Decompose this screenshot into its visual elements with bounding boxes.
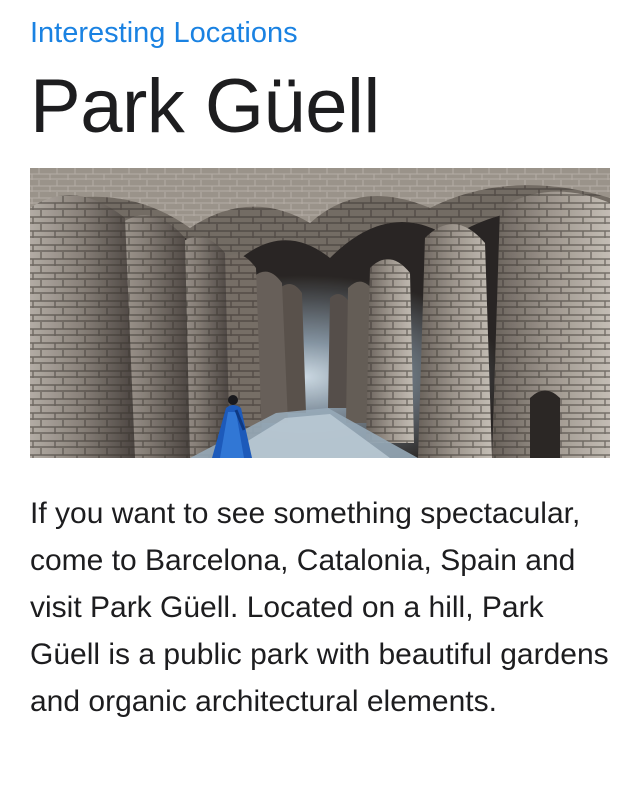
breadcrumb-link-interesting-locations[interactable]: Interesting Locations: [30, 14, 298, 52]
hero-image: [30, 168, 610, 458]
page-title: Park Güell: [30, 64, 380, 149]
stone-colonnade-photo: [30, 168, 610, 458]
article-paragraph: If you want to see something spectacular…: [30, 497, 609, 718]
